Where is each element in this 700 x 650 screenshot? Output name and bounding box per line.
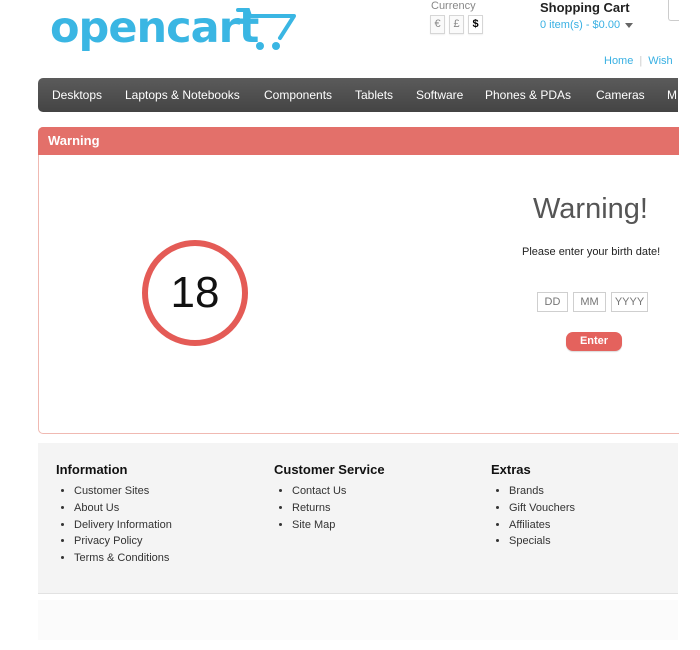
footer-link[interactable]: Specials: [509, 533, 575, 550]
footer-link[interactable]: Returns: [292, 500, 385, 517]
menu-item-cameras[interactable]: Cameras: [596, 78, 645, 112]
birth-year-input[interactable]: [611, 292, 648, 312]
age-number: 18: [170, 268, 220, 317]
footer-link[interactable]: Customer Sites: [74, 483, 172, 500]
footer-link[interactable]: Gift Vouchers: [509, 500, 575, 517]
cart-logo-icon: [236, 8, 296, 50]
menu-item-more[interactable]: M: [667, 78, 677, 112]
link-separator: |: [639, 55, 643, 67]
age-warning-panel: [38, 127, 679, 434]
footer-information-title: Information: [56, 462, 128, 477]
footer-link[interactable]: Contact Us: [292, 483, 385, 500]
footer-customer-service-column: Customer Service Contact Us Returns Site…: [274, 462, 385, 533]
menu-item-components[interactable]: Components: [264, 78, 332, 112]
footer-link[interactable]: Affiliates: [509, 517, 575, 534]
birth-month-input[interactable]: [573, 292, 606, 312]
warning-title: Warning!: [533, 193, 648, 225]
currency-dollar-button[interactable]: $: [468, 15, 483, 34]
footer-extras-column: Extras Brands Gift Vouchers Affiliates S…: [491, 462, 575, 550]
menu-item-software[interactable]: Software: [416, 78, 463, 112]
footer-customer-service-title: Customer Service: [274, 462, 385, 477]
currency-label: Currency: [431, 0, 476, 12]
cart-total-dropdown[interactable]: 0 item(s) - $0.00: [540, 19, 634, 31]
menu-item-tablets[interactable]: Tablets: [355, 78, 393, 112]
footer-link[interactable]: Site Map: [292, 517, 385, 534]
age-restriction-badge: 18: [142, 240, 248, 346]
footer-link[interactable]: Terms & Conditions: [74, 550, 172, 567]
cart-total-text: 0 item(s) - $0.00: [540, 19, 621, 31]
shopping-cart-title: Shopping Cart: [540, 0, 630, 15]
footer-link[interactable]: Privacy Policy: [74, 533, 172, 550]
wishlist-link[interactable]: Wish: [648, 55, 672, 67]
footer-information-column: Information Customer Sites About Us Deli…: [56, 462, 172, 567]
opencart-logo[interactable]: opencart: [50, 0, 310, 58]
warning-header-label: Warning: [48, 133, 100, 148]
logo-text: opencart: [50, 3, 259, 53]
search-box-edge: [668, 0, 679, 21]
currency-euro-button[interactable]: €: [430, 15, 445, 34]
footer-link[interactable]: Delivery Information: [74, 517, 172, 534]
top-links: Home | Wish: [604, 55, 673, 67]
currency-selector: € £ $: [430, 15, 483, 34]
warning-header-bar: [38, 127, 679, 155]
main-menu: Desktops Laptops & Notebooks Components …: [38, 78, 678, 112]
footer-extras-title: Extras: [491, 462, 531, 477]
menu-item-phones[interactable]: Phones & PDAs: [485, 78, 571, 112]
warning-message: Please enter your birth date!: [522, 246, 661, 258]
footer-link[interactable]: About Us: [74, 500, 172, 517]
birth-day-input[interactable]: [537, 292, 568, 312]
home-link[interactable]: Home: [604, 55, 633, 67]
enter-button[interactable]: Enter: [566, 332, 622, 351]
chevron-down-icon: [625, 22, 634, 28]
menu-item-laptops[interactable]: Laptops & Notebooks: [125, 78, 240, 112]
page-bottom-area: [38, 600, 678, 640]
menu-item-desktops[interactable]: Desktops: [52, 78, 102, 112]
currency-pound-button[interactable]: £: [449, 15, 464, 34]
footer-link[interactable]: Brands: [509, 483, 575, 500]
